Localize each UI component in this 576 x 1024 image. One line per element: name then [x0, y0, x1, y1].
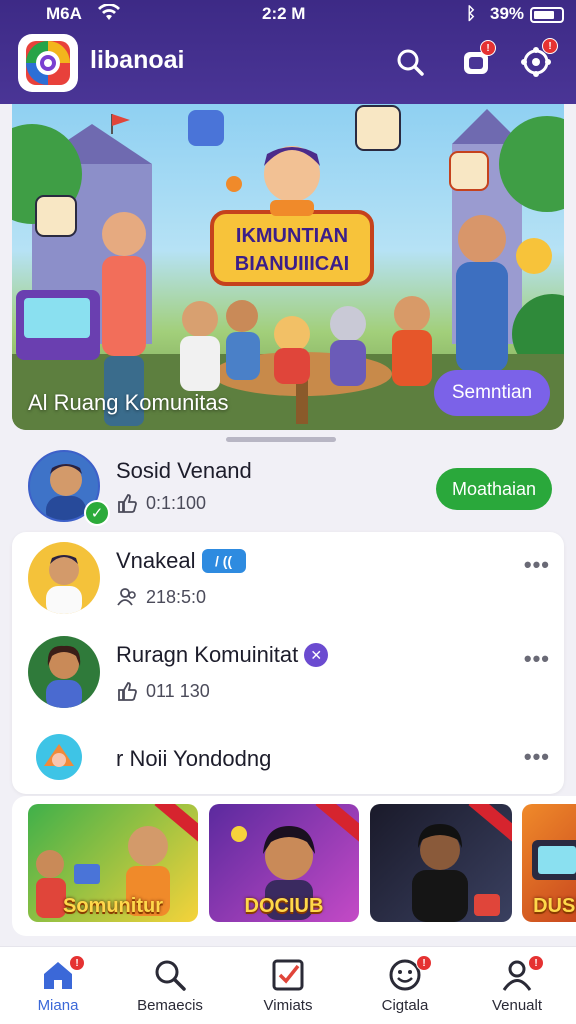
settings-badge: ! — [542, 38, 558, 54]
featured-likes: 0:1:100 — [146, 492, 207, 513]
carousel-card[interactable] — [370, 804, 512, 922]
list-item-name: Vnakeal / (( — [116, 548, 246, 574]
bluetooth-icon: ᛒ — [466, 4, 477, 23]
carousel-card-label: Somunitur — [63, 895, 163, 917]
community-list: Vnakeal / (( 218:5:0 ••• Ruragn Komuinit… — [12, 532, 564, 794]
app-logo[interactable] — [18, 34, 78, 92]
notification-button[interactable]: ! — [456, 40, 496, 82]
avatar — [28, 542, 100, 614]
nav-label: Bemaecis — [137, 997, 203, 1014]
more-options-icon[interactable]: ••• — [524, 744, 550, 770]
featured-name: Sosid Venand — [116, 458, 252, 483]
featured-community[interactable]: ✓ Sosid Venand 0:1:100 Moathaian — [12, 448, 564, 528]
list-item-name: Ruragn Komuinitat ✕ — [116, 642, 329, 668]
carousel-card-label: DUSI — [533, 895, 576, 917]
list-item[interactable]: Vnakeal / (( 218:5:0 ••• — [12, 532, 564, 622]
list-item-meta: 011 130 — [116, 680, 210, 702]
battery-percent: 39% — [490, 4, 525, 23]
thumbs-up-icon — [118, 682, 137, 701]
notification-badge: ! — [480, 40, 496, 56]
nav-label: Vimiats — [263, 997, 313, 1014]
banner-action-button[interactable]: Semntian — [434, 370, 550, 416]
nav-profile[interactable]: ! Venualt — [462, 955, 572, 1021]
list-item-meta: 218:5:0 — [116, 586, 206, 608]
featured-carousel[interactable]: Somunitur DOCIUB DUSI — [12, 796, 576, 936]
tag-badge: / (( — [201, 549, 246, 573]
list-item[interactable]: r Noii Yondodng ••• — [12, 718, 564, 794]
wifi-icon — [98, 3, 120, 27]
nav-label: Miana — [37, 997, 79, 1014]
banner-title: Al Ruang Komunitas — [28, 390, 229, 415]
checkbox-icon — [272, 959, 304, 991]
featured-meta: 0:1:100 — [116, 492, 206, 514]
community-banner[interactable]: IKMUNTIAN BIANUIIICAI Al Ruang Komunitas — [12, 104, 564, 430]
list-item[interactable]: Ruragn Komuinitat ✕ 011 130 ••• — [12, 626, 564, 716]
scroll-handle[interactable] — [226, 437, 336, 442]
carrier-label: M6A — [46, 4, 82, 23]
list-item-name: r Noii Yondodng — [116, 746, 272, 771]
avatar — [28, 636, 100, 708]
carousel-card-label: DOCIUB — [244, 895, 324, 917]
avatar — [36, 734, 82, 780]
status-bar: M6A 2:2 M ᛒ 39% — [0, 3, 576, 27]
search-button[interactable] — [390, 42, 430, 82]
verified-icon: ✓ — [84, 500, 110, 526]
clock: 2:2 M — [262, 4, 306, 23]
search-icon — [155, 960, 186, 991]
thumbs-up-icon — [118, 494, 137, 513]
app-name: libanoai — [90, 46, 185, 74]
banner-sign-line2: BIANUIIICAI — [235, 253, 349, 275]
featured-action-button[interactable]: Moathaian — [436, 468, 552, 510]
tag-badge: ✕ — [304, 643, 329, 667]
nav-label: Venualt — [491, 997, 543, 1014]
search-icon — [397, 49, 424, 76]
bottom-navigation: ! Miana Bemaecis Vimiats ! Cigtala ! Ven… — [0, 946, 576, 1024]
carousel-card[interactable]: DOCIUB — [209, 804, 359, 922]
more-options-icon[interactable]: ••• — [524, 552, 550, 578]
logo-icon — [26, 41, 70, 85]
users-icon — [117, 588, 136, 606]
carousel-card[interactable]: DUSI — [522, 804, 576, 922]
settings-button[interactable]: ! — [516, 38, 558, 82]
nav-community[interactable]: ! Cigtala — [350, 955, 460, 1021]
battery-icon — [530, 7, 564, 23]
app-header: M6A 2:2 M ᛒ 39% libanoai ! ! — [0, 0, 576, 104]
carousel-card[interactable]: Somunitur — [28, 804, 198, 922]
more-options-icon[interactable]: ••• — [524, 646, 550, 672]
notification-badge: ! — [416, 955, 432, 971]
nav-explore[interactable]: Bemaecis — [115, 957, 225, 1021]
nav-tasks[interactable]: Vimiats — [233, 957, 343, 1021]
banner-sign-line1: IKMUNTIAN — [236, 225, 348, 247]
nav-label: Cigtala — [381, 997, 429, 1014]
nav-home[interactable]: ! Miana — [3, 955, 113, 1021]
notification-badge: ! — [69, 955, 85, 971]
notification-badge: ! — [528, 955, 544, 971]
